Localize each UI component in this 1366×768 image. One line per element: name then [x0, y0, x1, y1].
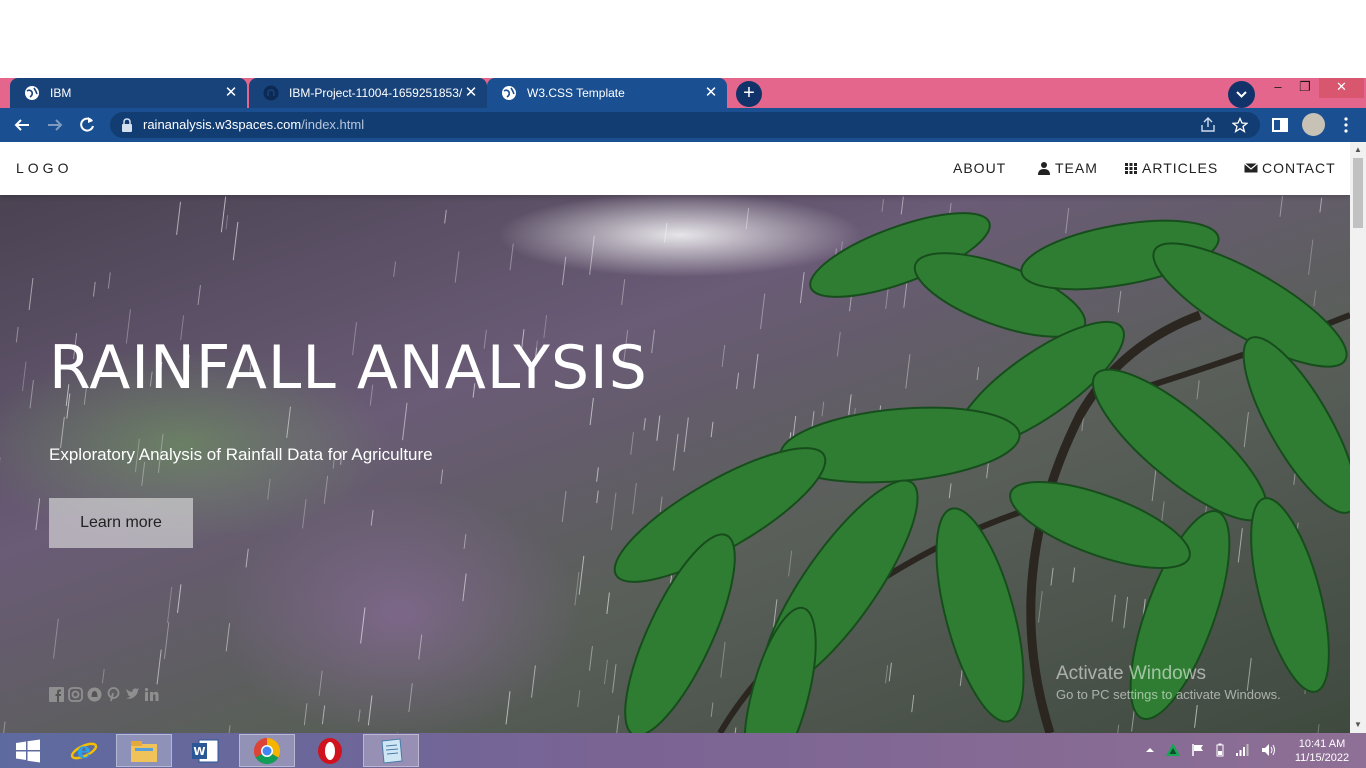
facebook-icon[interactable] [49, 687, 64, 702]
instagram-icon[interactable] [68, 687, 83, 702]
learn-more-button[interactable]: Learn more [49, 498, 193, 548]
scroll-down-icon[interactable]: ▼ [1354, 720, 1362, 729]
tab-title: W3.CSS Template [527, 86, 625, 100]
svg-text:e: e [77, 738, 91, 764]
clock-date: 11/15/2022 [1294, 752, 1350, 764]
grid-icon [1125, 163, 1137, 174]
hero-title: RAINFALL ANALYSIS [49, 333, 648, 403]
address-bar[interactable]: rainanalysis.w3spaces.com/index.html [110, 112, 1260, 138]
tab-github-project[interactable]: IBM-Project-11004-1659251853/ ✕ [249, 78, 487, 108]
tab-close-icon[interactable]: ✕ [223, 85, 239, 101]
taskbar-clock[interactable]: 10:41 AM 11/15/2022 [1292, 737, 1352, 765]
battery-icon[interactable] [1215, 743, 1225, 757]
nav-contact-label: CONTACT [1262, 160, 1336, 176]
start-button[interactable] [0, 734, 56, 767]
back-button[interactable] [10, 113, 34, 137]
tab-close-icon[interactable]: ✕ [463, 85, 479, 101]
browser-tab-strip: IBM ✕ IBM-Project-11004-1659251853/ ✕ W3… [0, 78, 1366, 108]
twitter-icon[interactable] [125, 687, 140, 702]
tab-title: IBM-Project-11004-1659251853/ [289, 86, 463, 100]
desktop-screen: IBM ✕ IBM-Project-11004-1659251853/ ✕ W3… [0, 0, 1366, 768]
star-icon[interactable] [1232, 117, 1248, 133]
action-center-flag-icon[interactable] [1191, 743, 1205, 757]
notepad-icon [381, 737, 403, 764]
windows-taskbar: e W 10:41 AM 11/15/2022 [0, 733, 1366, 768]
user-icon [1038, 162, 1050, 175]
profile-avatar[interactable] [1302, 113, 1325, 136]
scroll-thumb[interactable] [1353, 158, 1363, 228]
maximize-button[interactable]: ❐ [1290, 78, 1320, 98]
activate-windows-subtitle: Go to PC settings to activate Windows. [1056, 687, 1281, 702]
forward-button[interactable] [43, 113, 67, 137]
globe-icon [24, 85, 40, 101]
tab-close-icon[interactable]: ✕ [703, 85, 719, 101]
google-drive-icon[interactable] [1165, 742, 1181, 758]
nav-about-link[interactable]: ABOUT [953, 160, 1006, 176]
chevron-down-icon [1236, 91, 1247, 98]
taskbar-word[interactable]: W [177, 734, 233, 767]
lock-icon [122, 118, 132, 132]
tab-w3css-template[interactable]: W3.CSS Template ✕ [487, 78, 727, 108]
hero-subtitle: Exploratory Analysis of Rainfall Data fo… [49, 445, 433, 464]
browser-toolbar: rainanalysis.w3spaces.com/index.html [0, 108, 1366, 142]
nav-articles-link[interactable]: ARTICLES [1124, 160, 1218, 176]
social-links [49, 687, 159, 702]
file-explorer-icon [131, 740, 157, 762]
url-text: rainanalysis.w3spaces.com/index.html [143, 117, 364, 132]
signal-strength-icon[interactable] [1235, 743, 1251, 757]
snapchat-icon[interactable] [87, 687, 102, 702]
tab-ibm[interactable]: IBM ✕ [10, 78, 247, 108]
globe-icon [501, 85, 517, 101]
opera-icon [318, 737, 342, 764]
taskbar-internet-explorer[interactable]: e [56, 734, 112, 767]
linkedin-icon[interactable] [144, 687, 159, 702]
nav-team-label: TEAM [1055, 160, 1098, 176]
clock-time: 10:41 AM [1298, 738, 1346, 750]
github-icon [263, 85, 279, 101]
activate-windows-watermark: Activate Windows Go to PC settings to ac… [1056, 663, 1281, 702]
minimize-button[interactable]: – [1263, 78, 1293, 98]
scroll-up-icon[interactable]: ▲ [1354, 145, 1362, 154]
share-icon[interactable] [1200, 117, 1216, 133]
activate-windows-title: Activate Windows [1056, 663, 1206, 684]
tab-search-button[interactable] [1228, 81, 1255, 108]
start-icon [16, 739, 40, 762]
more-menu-icon[interactable] [1336, 115, 1356, 135]
internet-explorer-icon: e [70, 738, 98, 764]
tab-title: IBM [50, 86, 72, 100]
chrome-icon [253, 737, 281, 764]
taskbar-file-explorer[interactable] [116, 734, 172, 767]
site-navbar: LOGO ABOUT TEAM ARTICLES CONTACT [0, 142, 1350, 195]
side-panel-icon[interactable] [1270, 115, 1290, 135]
volume-icon[interactable] [1261, 743, 1277, 757]
taskbar-chrome[interactable] [239, 734, 295, 767]
arrow-left-icon [14, 119, 29, 131]
url-host: rainanalysis.w3spaces.com [143, 117, 302, 132]
reload-icon [80, 117, 94, 132]
nav-about-label: ABOUT [953, 160, 1007, 176]
show-hidden-icons-icon[interactable] [1145, 745, 1155, 755]
nav-articles-label: ARTICLES [1142, 160, 1219, 176]
hero-section: RAINFALL ANALYSIS Exploratory Analysis o… [0, 195, 1350, 733]
url-path: /index.html [301, 117, 365, 132]
reload-button[interactable] [75, 113, 99, 137]
system-tray [1145, 742, 1277, 758]
nav-team-link[interactable]: TEAM [1037, 160, 1098, 176]
close-window-button[interactable]: ✕ [1319, 78, 1364, 98]
nav-contact-link[interactable]: CONTACT [1244, 160, 1336, 176]
page-scrollbar[interactable]: ▲ ▼ [1350, 142, 1366, 733]
new-tab-button[interactable]: + [736, 81, 762, 107]
pinterest-icon[interactable] [106, 687, 121, 702]
site-logo[interactable]: LOGO [16, 160, 72, 176]
envelope-icon [1244, 163, 1258, 173]
word-icon: W [192, 739, 219, 762]
svg-text:W: W [193, 745, 205, 758]
taskbar-notepad[interactable] [363, 734, 419, 767]
arrow-right-icon [48, 119, 63, 131]
web-page: LOGO ABOUT TEAM ARTICLES CONTACT RAINFAL… [0, 142, 1350, 733]
taskbar-opera[interactable] [302, 734, 358, 767]
